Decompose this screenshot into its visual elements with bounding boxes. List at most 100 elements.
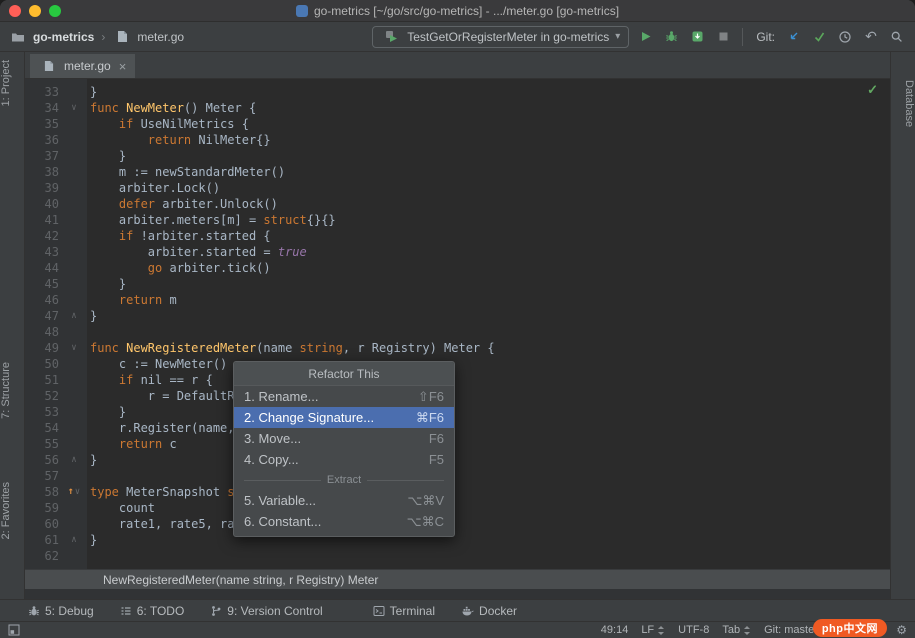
code-text: m := newStandardMeter()	[90, 165, 286, 179]
code-line[interactable]: 35 if UseNilMetrics {	[25, 116, 890, 132]
popup-item[interactable]: 6. Constant... ⌥⌘C	[234, 511, 454, 532]
popup-item[interactable]: 3. Move... F6	[234, 428, 454, 449]
code-line[interactable]: 47 ∧}	[25, 308, 890, 324]
bottom-toolwindow-bar: 5: Debug 6: TODO 9: Version Control Termina…	[0, 599, 915, 621]
code-line[interactable]: 48	[25, 324, 890, 340]
code-editor[interactable]: 33} 34 ∨ func NewMeter() Meter {35 if UseNi…	[25, 79, 890, 569]
toolwindow-button-docker[interactable]: Docker	[461, 604, 517, 618]
search-everywhere-button[interactable]	[887, 27, 907, 47]
code-line[interactable]: 42 if !arbiter.started {	[25, 228, 890, 244]
code-text: if nil == r {	[118, 373, 213, 387]
minimize-window-button[interactable]	[29, 5, 41, 17]
zoom-window-button[interactable]	[49, 5, 61, 17]
inspection-status-icon[interactable]: ✓	[867, 82, 878, 98]
fold-icon[interactable]: ∧	[71, 535, 76, 545]
run-with-coverage-button[interactable]	[687, 27, 707, 47]
close-window-button[interactable]	[9, 5, 21, 17]
toolwindow-button-todo[interactable]: 6: TODO	[120, 604, 184, 618]
code-text: func NewRegisteredMeter(name string, r R…	[90, 341, 495, 355]
run-configuration-select[interactable]: TestGetOrRegisterMeter in go-metrics ▾	[372, 25, 630, 48]
code-text: c := NewMeter()	[90, 357, 228, 371]
code-line[interactable]: 40 defer arbiter.Unlock()	[25, 196, 890, 212]
line-number: 51	[44, 373, 59, 387]
history-button[interactable]	[835, 27, 855, 47]
breadcrumb-file[interactable]: meter.go	[112, 27, 184, 47]
code-line[interactable]: 56 ∧}	[25, 452, 890, 468]
code-line[interactable]: 33}	[25, 84, 890, 100]
toolwindow-button-terminal[interactable]: Terminal	[373, 604, 435, 618]
code-line[interactable]: 52 r = DefaultRegistry	[25, 388, 890, 404]
code-line[interactable]: 55 return c	[25, 436, 890, 452]
code-lines: 33} 34 ∨ func NewMeter() Meter {35 if UseNi…	[25, 79, 890, 564]
go-file-icon	[112, 27, 132, 47]
editor-tab-meter-go[interactable]: meter.go ×	[30, 54, 136, 78]
code-line[interactable]: 36 return NilMeter{}	[25, 132, 890, 148]
code-line[interactable]: 60 rate1, rate5, rate15	[25, 516, 890, 532]
fold-icon[interactable]: ∧	[71, 311, 76, 321]
encoding-select[interactable]: UTF-8	[678, 624, 709, 636]
docker-icon	[461, 605, 474, 617]
code-line[interactable]: 34 ∨ func NewMeter() Meter {	[25, 100, 890, 116]
code-line[interactable]: 38 m := newStandardMeter()	[25, 164, 890, 180]
git-commit-button[interactable]	[809, 27, 829, 47]
popup-item[interactable]: 5. Variable... ⌥⌘V	[234, 490, 454, 511]
code-line[interactable]: 61 ∧}	[25, 532, 890, 548]
toolwindow-button-structure[interactable]: 7: Structure	[0, 362, 24, 419]
popup-item[interactable]: 1. Rename... ⇧F6	[234, 386, 454, 407]
line-number: 41	[44, 213, 59, 227]
code-text: }	[90, 453, 98, 467]
fold-icon[interactable]: ∨	[75, 487, 80, 497]
context-signature-bar: NewRegisteredMeter(name string, r Regist…	[25, 569, 890, 589]
line-number: 49	[44, 341, 59, 355]
code-line[interactable]: 50 c := NewMeter()	[25, 356, 890, 372]
toolbar-separator	[742, 27, 744, 46]
line-number: 33	[44, 85, 59, 99]
popup-item[interactable]: 2. Change Signature... ⌘F6	[234, 407, 454, 428]
todo-icon	[120, 605, 132, 617]
line-number: 56	[44, 453, 59, 467]
line-number: 37	[44, 149, 59, 163]
stop-button[interactable]	[713, 27, 733, 47]
code-line[interactable]: 45 }	[25, 276, 890, 292]
toolwindow-switcher-icon[interactable]	[8, 624, 20, 636]
indent-select[interactable]: Tab	[722, 624, 751, 636]
rollback-button[interactable]: ↶	[861, 27, 881, 47]
code-line[interactable]: 54 r.Register(name, c)	[25, 420, 890, 436]
toolwindow-button-project[interactable]: 1: Project	[0, 60, 24, 106]
close-tab-icon[interactable]: ×	[119, 60, 127, 73]
code-line[interactable]: 53 }	[25, 404, 890, 420]
breadcrumb-separator-icon: ›	[101, 29, 106, 44]
code-line[interactable]: 51 if nil == r {	[25, 372, 890, 388]
code-line[interactable]: 49 ∨ func NewRegisteredMeter(name string, …	[25, 340, 890, 356]
code-line[interactable]: 57	[25, 468, 890, 484]
code-text: func NewMeter() Meter {	[90, 101, 257, 115]
code-line[interactable]: 37 }	[25, 148, 890, 164]
debug-button[interactable]	[661, 27, 681, 47]
code-line[interactable]: 62	[25, 548, 890, 564]
code-line[interactable]: 46 return m	[25, 292, 890, 308]
code-line[interactable]: 41 arbiter.meters[m] = struct{}{}	[25, 212, 890, 228]
gear-icon[interactable]: ⚙	[896, 623, 907, 637]
toolwindow-button-version-control[interactable]: 9: Version Control	[210, 604, 323, 618]
line-number: 39	[44, 181, 59, 195]
popup-item[interactable]: 4. Copy... F5	[234, 449, 454, 470]
toolwindow-button-database[interactable]: Database	[891, 80, 915, 127]
code-line[interactable]: 39 arbiter.Lock()	[25, 180, 890, 196]
toolwindow-button-debug[interactable]: 5: Debug	[28, 604, 94, 618]
code-text: }	[90, 533, 98, 547]
fold-icon[interactable]: ∨	[71, 103, 76, 113]
code-line[interactable]: 43 arbiter.started = true	[25, 244, 890, 260]
caret-position[interactable]: 49:14	[601, 624, 629, 636]
run-button[interactable]	[635, 27, 655, 47]
toolwindow-button-favorites[interactable]: 2: Favorites	[0, 482, 24, 539]
fold-icon[interactable]: ∨	[71, 343, 76, 353]
code-line[interactable]: 44 go arbiter.tick()	[25, 260, 890, 276]
breadcrumb-project[interactable]: go-metrics	[8, 27, 94, 47]
code-line[interactable]: 58↑∨type MeterSnapshot struct {	[25, 484, 890, 500]
code-line[interactable]: 59 count	[25, 500, 890, 516]
fold-icon[interactable]: ∧	[71, 455, 76, 465]
git-update-button[interactable]	[783, 27, 803, 47]
line-separator-select[interactable]: LF	[641, 624, 665, 636]
watermark: php中文网	[812, 619, 887, 637]
